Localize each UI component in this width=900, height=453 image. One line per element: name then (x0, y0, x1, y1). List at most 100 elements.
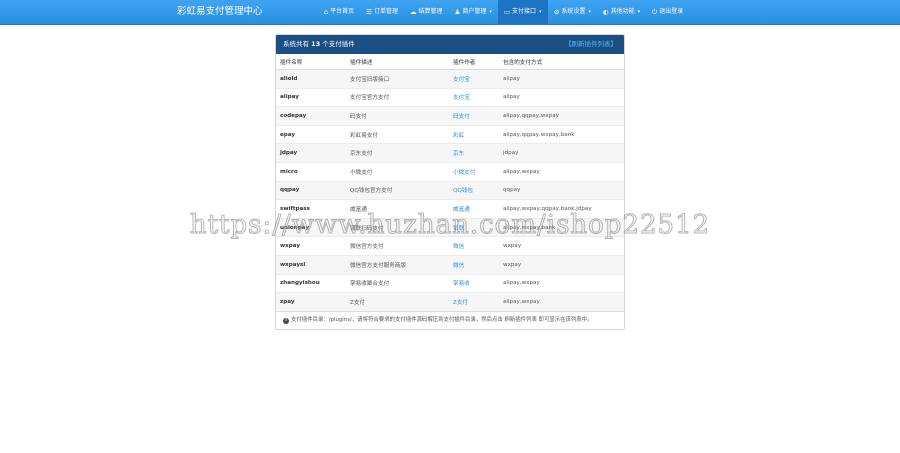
cell-types: qqpay (499, 180, 624, 200)
cell-desc: Z支付 (346, 292, 449, 311)
caret-down-icon: ▾ (489, 9, 492, 15)
table-row: qqpay QQ钱包官方支付 QQ钱包 qqpay (276, 180, 624, 200)
table-row: wxpaysl 微信官方支付服务商版 微信 wxpay (276, 254, 624, 275)
table-row: zpay Z支付 Z支付 alipay,wxpay (276, 292, 624, 311)
top-navbar: 彩虹易支付管理中心 ⌂ 平台首页 ☰ 订单管理 ☁ 结算管理 ♟ 商户管理 ▾ ▭ 支付接口 ▾ ⚙ 系统… (0, 0, 900, 25)
main-nav: ⌂ 平台首页 ☰ 订单管理 ☁ 结算管理 ♟ 商户管理 ▾ ▭ 支付接口 ▾ ⚙ 系统设置 ▾ ◐ 其他功能 ▾ ⏻… (318, 0, 689, 24)
cell-types: alipay,wxpay (499, 273, 624, 293)
plugin-table: 插件名称 插件描述 插件作者 包含的支付方式 aliold 支付宝旧版接口 支付宝 a… (276, 54, 624, 311)
table-row: epay 彩虹易支付 彩虹 alipay,qqpay,wxpay,bank (276, 124, 624, 144)
brand-title[interactable]: 彩虹易支付管理中心 (177, 0, 263, 24)
table-row: alipay 支付宝官方支付 支付宝 alipay (276, 87, 624, 107)
nav-icon: ☁ (410, 8, 417, 16)
nav-icon: ⌂ (324, 8, 329, 16)
nav-icon: ⏻ (652, 8, 658, 16)
cell-desc: 威富通 (346, 199, 449, 219)
caret-down-icon: ▾ (637, 9, 641, 15)
cell-author[interactable]: Z支付 (449, 292, 499, 311)
nav-icon: ♟ (454, 8, 461, 16)
plugin-count: 13 (311, 40, 321, 48)
nav-item-2[interactable]: ☁ 结算管理 (404, 0, 449, 24)
cell-desc: 支付宝旧版接口 (346, 69, 449, 89)
nav-icon: ▭ (503, 8, 511, 16)
table-row: jdpay 京东支付 京东 jdpay (276, 143, 624, 163)
nav-item-5[interactable]: ⚙ 系统设置 ▾ (548, 0, 597, 24)
cell-desc: QQ钱包官方支付 (346, 180, 449, 200)
nav-label: 支付接口 (512, 8, 537, 15)
cell-name: epay (276, 124, 346, 144)
plugin-list-panel: 系统共有 13 个支付插件 【刷新插件列表】 插件名称 插件描述 插件作者 包含… (275, 34, 625, 330)
cell-desc: 微信官方支付服务商版 (346, 254, 449, 275)
plugin-dir-note: i 支付插件目录：/plugins/，请将符合要求的支付插件源码解压到支付插件目录… (276, 310, 624, 325)
cell-types: wxpay (499, 254, 624, 275)
cell-name: wxpay (276, 236, 346, 256)
cell-desc: 微信官方支付 (346, 236, 449, 256)
col-header-types: 包含的支付方式 (499, 54, 624, 70)
cell-desc: 掌易收聚合支付 (346, 273, 449, 293)
panel-heading: 系统共有 13 个支付插件 【刷新插件列表】 (276, 35, 624, 54)
cell-types: alipay,qqpay,wxpay (499, 106, 624, 126)
cell-name: zhangyishou (276, 273, 346, 293)
plugin-table-body: aliold 支付宝旧版接口 支付宝 alipay alipay 支付宝官方支付 支付宝 al… (276, 69, 624, 311)
cell-types: alipay (499, 69, 624, 89)
cell-types: jdpay (499, 143, 624, 163)
table-header-row: 插件名称 插件描述 插件作者 包含的支付方式 (276, 54, 624, 70)
cell-author[interactable]: 微信 (449, 236, 499, 256)
cell-author[interactable]: 码支付 (449, 106, 499, 126)
caret-down-icon: ▾ (588, 9, 591, 15)
nav-icon: ◐ (602, 8, 609, 16)
cell-desc: 支付宝官方支付 (346, 87, 449, 107)
nav-item-1[interactable]: ☰ 订单管理 (360, 0, 404, 24)
table-row: aliold 支付宝旧版接口 支付宝 alipay (276, 69, 624, 89)
cell-author[interactable]: 银联 (449, 217, 499, 237)
cell-name: zpay (276, 292, 346, 311)
caret-down-icon: ▾ (539, 9, 542, 15)
cell-author[interactable]: 支付宝 (449, 69, 499, 89)
cell-types: alipay,wxpay,qqpay,bank,jdpay (499, 199, 624, 219)
cell-author[interactable]: 支付宝 (449, 87, 499, 107)
cell-author[interactable]: QQ钱包 (449, 180, 499, 200)
cell-desc: 彩虹易支付 (346, 124, 449, 144)
panel-title-prefix: 系统共有 (283, 40, 309, 48)
cell-desc: 京东支付 (346, 143, 449, 163)
cell-author[interactable]: 京东 (449, 143, 499, 163)
cell-name: micro (276, 161, 346, 182)
col-header-author: 插件作者 (449, 54, 499, 70)
cell-desc: 银联扫码支付 (346, 217, 449, 237)
cell-types: alipay,qqpay,wxpay,bank (499, 124, 624, 144)
cell-desc: 小微支付 (346, 161, 449, 182)
nav-label: 结算管理 (418, 8, 443, 15)
cell-name: unionpay (276, 217, 346, 237)
cell-name: jdpay (276, 143, 346, 163)
cell-author[interactable]: 掌易收 (449, 273, 499, 293)
nav-label: 退出登录 (659, 8, 684, 15)
nav-item-0[interactable]: ⌂ 平台首页 (318, 0, 360, 24)
col-header-desc: 插件描述 (346, 54, 449, 70)
cell-types: wxpay (499, 236, 624, 256)
refresh-plugin-list-link[interactable]: 【刷新插件列表】 (565, 35, 617, 54)
cell-name: qqpay (276, 180, 346, 200)
table-row: codepay 码支付 码支付 alipay,qqpay,wxpay (276, 106, 624, 126)
nav-item-7[interactable]: ⏻ 退出登录 (646, 0, 689, 24)
nav-icon: ⚙ (553, 8, 560, 16)
nav-label: 其他功能 (610, 8, 635, 15)
cell-types: alipay,wxpay,bank (499, 217, 624, 237)
nav-label: 订单管理 (373, 8, 398, 15)
cell-types: alipay,wxpay (499, 292, 624, 311)
info-icon: i (283, 317, 289, 324)
cell-author[interactable]: 小微支付 (449, 161, 499, 182)
cell-author[interactable]: 微信 (449, 254, 499, 275)
cell-author[interactable]: 彩虹 (449, 124, 499, 144)
table-row: micro 小微支付 小微支付 alipay,wxpay (276, 161, 624, 182)
col-header-name: 插件名称 (276, 54, 346, 70)
cell-desc: 码支付 (346, 106, 449, 126)
table-row: unionpay 银联扫码支付 银联 alipay,wxpay,bank (276, 217, 624, 237)
cell-types: alipay,wxpay (499, 161, 624, 182)
nav-item-6[interactable]: ◐ 其他功能 ▾ (597, 0, 646, 24)
nav-item-4[interactable]: ▭ 支付接口 ▾ (497, 0, 548, 24)
cell-author[interactable]: 威富通 (449, 199, 499, 219)
table-row: swiftpass 威富通 威富通 alipay,wxpay,qqpay,bank,j… (276, 199, 624, 219)
panel-title-suffix: 个支付插件 (322, 40, 355, 48)
nav-item-3[interactable]: ♟ 商户管理 ▾ (449, 0, 498, 24)
table-row: zhangyishou 掌易收聚合支付 掌易收 alipay,wxpay (276, 273, 624, 293)
